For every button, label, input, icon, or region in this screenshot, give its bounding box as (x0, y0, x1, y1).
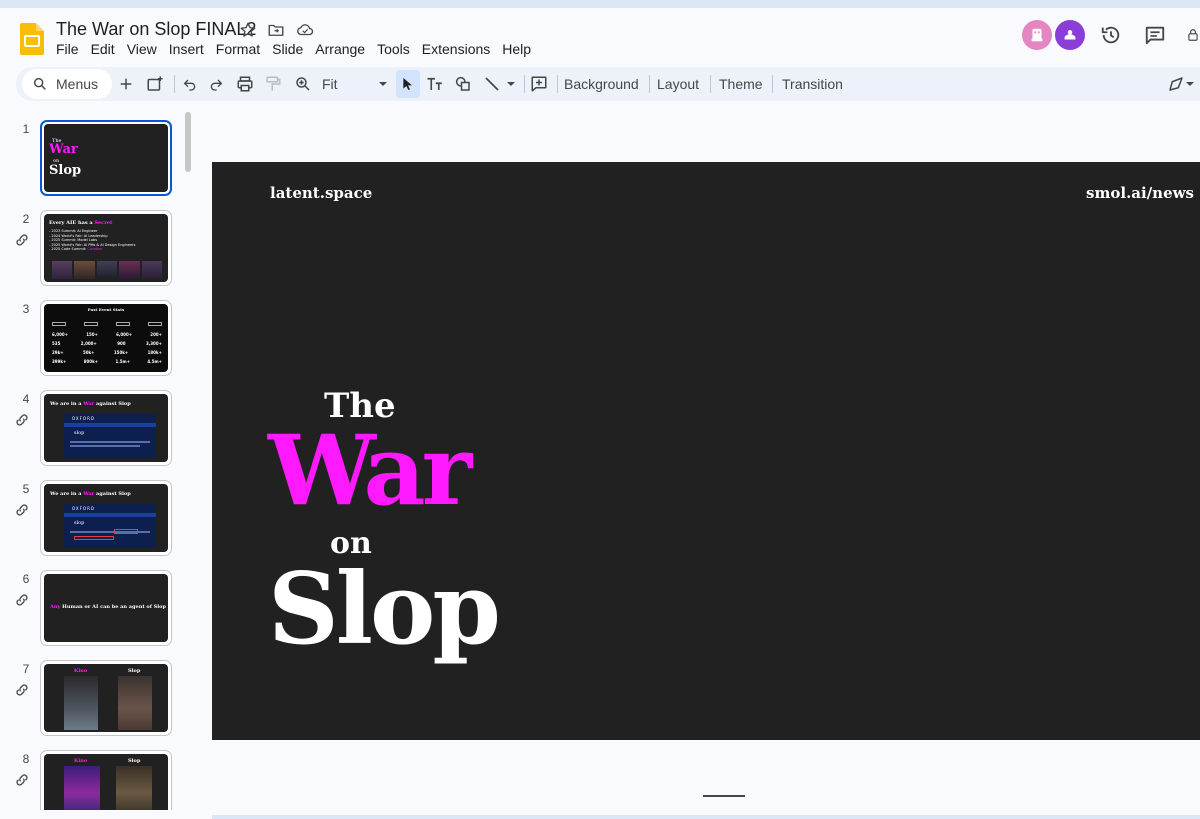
text-box-icon[interactable] (424, 72, 446, 96)
link-icon (16, 504, 28, 516)
filmstrip-item: 5 We are in a War against Slop OXFORD sl… (0, 480, 190, 560)
speaker-notes-handle[interactable] (703, 795, 745, 797)
search-menus-label: Menus (56, 76, 99, 92)
slide-title-slop[interactable]: Slop (268, 552, 501, 667)
slide-number: 6 (22, 572, 30, 586)
slide-number: 4 (22, 392, 30, 406)
slide-thumbnail[interactable]: Past Event Stats 6,000+ 150+ 6,000+ 200+ 53… (40, 300, 172, 376)
zoom-value: Fit (322, 76, 338, 92)
background-button[interactable]: Background (564, 72, 639, 96)
select-tool-icon[interactable] (396, 70, 420, 98)
filmstrip-item: 1 The War on Slop (0, 120, 190, 200)
link-icon (16, 594, 28, 606)
slide-thumbnail[interactable]: We are in a War against Slop OXFORD slop (40, 480, 172, 556)
menu-help[interactable]: Help (496, 41, 537, 57)
toolbar: Menus Fit Background Layout Theme Transi… (16, 67, 1200, 101)
line-icon[interactable] (481, 72, 503, 96)
pen-mode-button[interactable] (1162, 72, 1200, 96)
menu-file[interactable]: File (50, 41, 85, 57)
insert-comment-icon[interactable] (528, 72, 550, 96)
link-icon (16, 234, 28, 246)
header: The War on Slop FINAL2 File Edit View In… (0, 8, 1200, 66)
filmstrip-item: 3 Past Event Stats 6,000+ 150+ 6,000+ 200+ … (0, 300, 190, 380)
slide-number: 3 (22, 302, 30, 316)
theme-button[interactable]: Theme (719, 72, 763, 96)
slide-thumbnail[interactable]: Every AIE has a Secret - 2023 Summit: AI… (40, 210, 172, 286)
slide-header-left[interactable]: latent.space (270, 184, 372, 202)
slide-number: 2 (22, 212, 30, 226)
zoom-icon[interactable] (292, 72, 314, 96)
chevron-down-icon[interactable] (504, 72, 518, 96)
transition-label: Transition (782, 76, 843, 92)
paint-format-icon[interactable] (262, 72, 284, 96)
search-icon (33, 77, 46, 90)
print-icon[interactable] (234, 72, 256, 96)
cloud-saved-icon[interactable] (295, 20, 315, 40)
slide-number: 8 (22, 752, 30, 766)
filmstrip-item: 7 Kino Slop (0, 660, 190, 740)
filmstrip-item: 4 We are in a War against Slop OXFORD sl… (0, 390, 190, 470)
collaborator-avatar[interactable] (1022, 20, 1052, 50)
slide-thumbnail[interactable]: We are in a War against Slop OXFORD slop (40, 390, 172, 466)
comments-icon[interactable] (1140, 20, 1170, 50)
link-icon (16, 774, 28, 786)
redo-icon[interactable] (206, 72, 226, 96)
filmstrip-item: 6 Any Human or AI can be an agent of Slo… (0, 570, 190, 650)
slide-number: 5 (22, 482, 30, 496)
menu-view[interactable]: View (121, 41, 163, 57)
slide-thumbnail[interactable]: Kino Slop (40, 750, 172, 810)
shape-icon[interactable] (452, 72, 474, 96)
menu-edit[interactable]: Edit (85, 41, 121, 57)
pen-icon (1169, 77, 1183, 91)
slide-thumbnail[interactable]: Any Human or AI can be an agent of Slop (40, 570, 172, 646)
link-icon (16, 414, 28, 426)
filmstrip-item: 2 Every AIE has a Secret - 2023 Summit: … (0, 210, 190, 290)
chevron-down-icon (379, 82, 387, 86)
new-slide-icon[interactable] (116, 72, 136, 96)
menu-tools[interactable]: Tools (371, 41, 416, 57)
transition-button[interactable]: Transition (782, 72, 843, 96)
bottom-edge (212, 815, 1200, 819)
search-menus-input[interactable]: Menus (22, 69, 112, 99)
google-slides-icon[interactable] (20, 23, 44, 55)
slide-title-war[interactable]: War (268, 414, 472, 527)
chevron-down-icon (1186, 82, 1194, 86)
filmstrip-scrollbar[interactable] (185, 112, 191, 172)
slide-number: 1 (22, 122, 30, 136)
star-icon[interactable] (238, 20, 258, 40)
document-title[interactable]: The War on Slop FINAL2 (56, 19, 256, 40)
background-label: Background (564, 76, 639, 92)
slide-filmstrip: 1 The War on Slop 2 Every AIE has a Secr… (0, 110, 200, 810)
menu-extensions[interactable]: Extensions (416, 41, 496, 57)
move-to-folder-icon[interactable] (266, 20, 286, 40)
collaborator-avatar[interactable] (1055, 20, 1085, 50)
link-icon (16, 684, 28, 696)
lock-icon[interactable] (1186, 20, 1200, 50)
filmstrip-item: 8 Kino Slop (0, 750, 190, 810)
new-slide-layout-icon[interactable] (144, 72, 166, 96)
slide-canvas[interactable]: latent.space smol.ai/news The War on Slo… (212, 162, 1200, 740)
theme-label: Theme (719, 76, 763, 92)
menu-arrange[interactable]: Arrange (309, 41, 371, 57)
menu-insert[interactable]: Insert (163, 41, 210, 57)
slide-number: 7 (22, 662, 30, 676)
zoom-select[interactable]: Fit (320, 72, 390, 96)
slide-thumbnail[interactable]: Kino Slop (40, 660, 172, 736)
top-accent-line (0, 0, 1200, 8)
layout-button[interactable]: Layout (657, 72, 699, 96)
layout-label: Layout (657, 76, 700, 92)
undo-icon[interactable] (180, 72, 200, 96)
menu-slide[interactable]: Slide (266, 41, 309, 57)
slide-header-right[interactable]: smol.ai/news (1086, 184, 1194, 202)
version-history-icon[interactable] (1096, 20, 1126, 50)
menu-format[interactable]: Format (210, 41, 266, 57)
menu-bar: File Edit View Insert Format Slide Arran… (50, 41, 537, 57)
slide-thumbnail-selected[interactable]: The War on Slop (40, 120, 172, 196)
